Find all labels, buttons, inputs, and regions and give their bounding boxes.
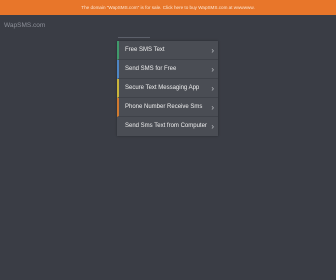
link-secure-text-messaging-app[interactable]: Secure Text Messaging App › <box>117 79 218 98</box>
parked-domain-page: The domain "WapSMS.com" is for sale. Cli… <box>0 0 336 280</box>
chevron-right-icon: › <box>211 46 214 55</box>
link-label: Send SMS for Free <box>125 66 177 72</box>
chevron-right-icon: › <box>211 65 214 74</box>
chevron-right-icon: › <box>211 103 214 112</box>
divider <box>118 37 150 38</box>
link-label: Send Sms Text from Computer <box>125 123 207 129</box>
link-send-sms-for-free[interactable]: Send SMS for Free › <box>117 60 218 79</box>
link-label: Free SMS Text <box>125 47 165 53</box>
chevron-right-icon: › <box>211 84 214 93</box>
for-sale-banner[interactable]: The domain "WapSMS.com" is for sale. Cli… <box>0 0 336 15</box>
link-free-sms-text[interactable]: Free SMS Text › <box>117 41 218 60</box>
related-links-menu: Free SMS Text › Send SMS for Free › Secu… <box>117 41 218 136</box>
chevron-right-icon: › <box>211 122 214 131</box>
link-send-sms-text-from-computer[interactable]: Send Sms Text from Computer › <box>117 117 218 136</box>
link-label: Phone Number Receive Sms <box>125 104 203 110</box>
link-phone-number-receive-sms[interactable]: Phone Number Receive Sms › <box>117 98 218 117</box>
site-name: WapSMS.com <box>4 22 46 29</box>
link-label: Secure Text Messaging App <box>125 85 200 91</box>
